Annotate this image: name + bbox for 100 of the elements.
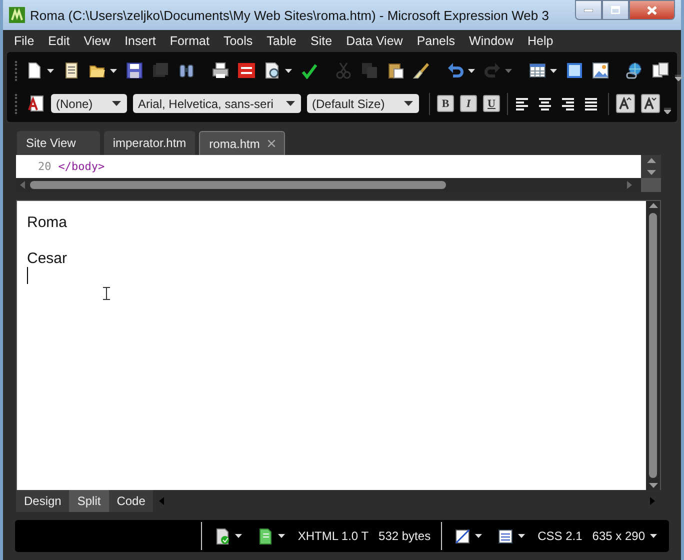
align-right-icon — [561, 96, 575, 111]
scroll-down-icon — [646, 170, 656, 175]
copy-icon — [361, 62, 378, 79]
document-tab[interactable]: Site View — [17, 131, 100, 155]
document-tab[interactable]: imperator.htm — [104, 131, 196, 155]
decrease-font-button[interactable] — [641, 94, 660, 113]
caret-icon — [474, 534, 482, 538]
increase-font-button[interactable] — [616, 94, 635, 113]
css-schema-status[interactable]: CSS 2.1 — [532, 529, 588, 543]
page-size-dropdown[interactable]: 635 x 290 — [587, 529, 657, 543]
line-number: 20 — [38, 160, 52, 173]
caret-icon — [505, 68, 512, 72]
menu-item[interactable]: Window — [462, 34, 521, 48]
caret-icon — [650, 534, 657, 538]
view-tab[interactable]: Design — [16, 490, 70, 512]
close-button[interactable] — [629, 0, 675, 20]
caret-icon — [468, 68, 475, 72]
page-check-icon — [214, 528, 230, 544]
italic-button[interactable]: I — [460, 95, 477, 112]
text-cursor — [27, 267, 28, 284]
scroll-down-icon — [648, 483, 658, 488]
document-tab[interactable]: roma.htm — [199, 131, 285, 155]
menu-item[interactable]: Data View — [339, 34, 410, 48]
caret-icon — [112, 101, 121, 106]
menu-item[interactable]: Site — [304, 34, 340, 48]
page-code-icon — [258, 528, 273, 544]
align-justify-icon — [584, 96, 598, 111]
menu-item[interactable]: View — [76, 34, 118, 48]
scroll-left-icon — [20, 181, 25, 189]
table-icon — [529, 62, 546, 79]
page-magnifier-icon — [264, 62, 281, 79]
caret-icon — [47, 68, 54, 72]
caret-icon — [234, 534, 242, 538]
increase-font-icon — [618, 97, 632, 110]
menu-item[interactable]: File — [7, 34, 42, 48]
view-tab[interactable]: Code — [108, 490, 154, 512]
scrollbar-corner — [641, 178, 661, 192]
menu-item[interactable]: Tools — [216, 34, 260, 48]
check-mark-icon — [301, 62, 318, 79]
align-center-icon — [538, 96, 552, 111]
view-tab[interactable]: Split — [69, 490, 109, 512]
scroll-right-icon — [627, 181, 632, 189]
scrollbar-thumb[interactable] — [30, 181, 446, 189]
printer-icon — [212, 62, 229, 79]
paragraph-text: Cesar — [27, 250, 68, 267]
page-icon — [26, 62, 43, 79]
minimize-icon — [584, 8, 593, 12]
maximize-button[interactable] — [602, 0, 629, 20]
scissors-icon — [335, 62, 352, 79]
scroll-right-icon — [650, 497, 655, 505]
close-icon — [647, 6, 657, 14]
redo-icon — [484, 62, 501, 79]
picture-icon — [592, 62, 609, 79]
app-logo-icon — [9, 7, 25, 23]
overflow-icon — [664, 108, 671, 114]
clipboard-icon — [387, 62, 404, 79]
globe-link-icon — [626, 62, 643, 79]
file-size-status: 532 bytes — [378, 529, 432, 543]
doctype-status[interactable]: XHTML 1.0 T — [292, 529, 374, 543]
window-title: Roma (C:\Users\zeljko\Documents\My Web Sites\roma.htm) - Microsoft Expression Web 3 — [30, 8, 550, 22]
scroll-up-icon — [646, 158, 656, 164]
code-line: </body> — [58, 160, 105, 173]
pages-icon — [652, 62, 669, 79]
maximize-icon — [611, 6, 620, 14]
save-icon — [126, 62, 143, 79]
menu-item[interactable]: Format — [162, 34, 216, 48]
style-dropdown[interactable]: (None) — [51, 94, 127, 113]
document-icon — [63, 62, 80, 79]
font-dropdown[interactable]: Arial, Helvetica, sans-seri — [133, 94, 301, 113]
menu-item[interactable]: Edit — [41, 34, 77, 48]
close-icon[interactable] — [268, 140, 275, 147]
sharepoint-icon — [238, 62, 255, 79]
overflow-icon — [675, 75, 682, 81]
scroll-up-icon — [648, 203, 658, 208]
decrease-font-icon — [644, 97, 658, 110]
menu-item[interactable]: Table — [260, 34, 304, 48]
binoculars-icon — [178, 62, 195, 79]
menu-item[interactable]: Help — [520, 34, 560, 48]
caret-icon — [550, 68, 557, 72]
minimize-button[interactable] — [575, 0, 602, 20]
brush-icon — [413, 62, 430, 79]
letter-page-icon — [28, 95, 45, 112]
caret-icon — [285, 68, 292, 72]
visual-aids-icon — [454, 528, 470, 544]
caret-icon — [518, 534, 525, 538]
i-beam-cursor-icon — [103, 287, 110, 300]
caret-icon — [286, 101, 295, 106]
bold-button[interactable]: B — [437, 95, 454, 112]
caret-icon — [110, 68, 117, 72]
scrollbar-thumb[interactable] — [649, 213, 657, 478]
caret-icon — [404, 101, 413, 106]
menu-item[interactable]: Panels — [410, 34, 462, 48]
paragraph-text: Roma — [27, 214, 68, 231]
style-sheet-icon — [498, 528, 513, 544]
align-left-icon — [515, 96, 529, 111]
layer-icon — [566, 62, 583, 79]
save-all-icon — [152, 62, 169, 79]
underline-button[interactable]: U — [483, 95, 500, 112]
menu-item[interactable]: Insert — [118, 34, 163, 48]
font-size-dropdown[interactable]: (Default Size) — [307, 94, 419, 113]
